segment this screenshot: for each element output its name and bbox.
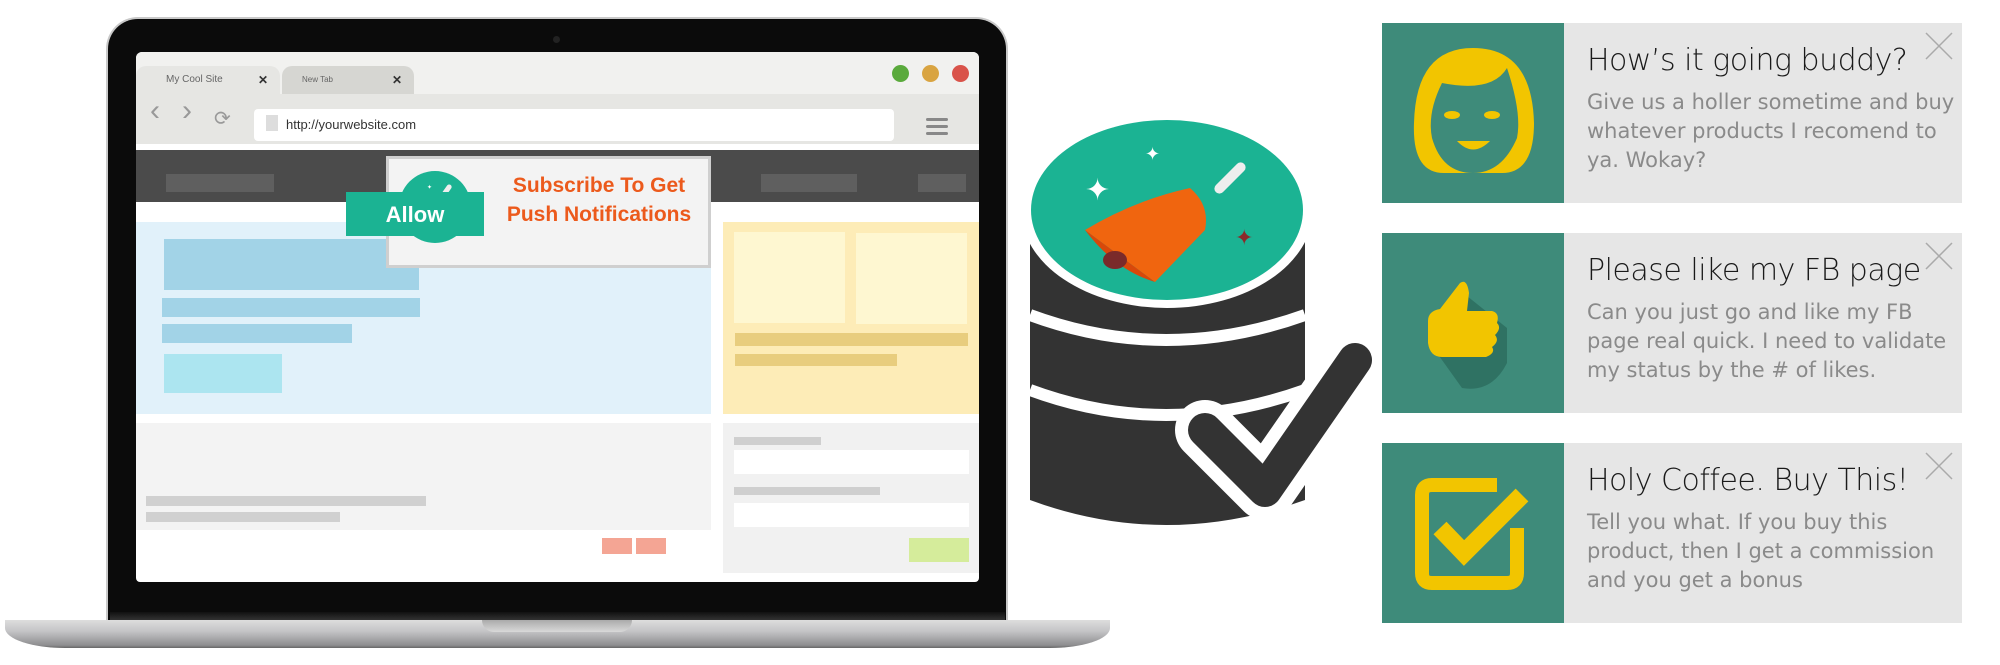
placeholder — [146, 496, 426, 506]
notification-body: Tell you what. If you buy this product, … — [1587, 510, 1935, 592]
notification-card[interactable]: Holy Coffee. Buy This! Tell you what. If… — [1382, 443, 1962, 623]
placeholder-button — [909, 538, 969, 562]
placeholder — [734, 437, 821, 445]
svg-text:✦: ✦ — [1145, 144, 1160, 164]
svg-text:✦: ✦ — [1085, 174, 1110, 207]
notification-icon-box — [1382, 23, 1564, 203]
back-icon[interactable]: ‹ — [150, 96, 160, 126]
checkbox-check-icon — [1415, 478, 1529, 590]
notification-title: Holy Coffee. Buy This! — [1587, 463, 1909, 498]
close-icon[interactable] — [1924, 31, 1954, 61]
tab-new-tab[interactable]: New Tab ✕ — [282, 66, 414, 94]
close-icon[interactable] — [1924, 451, 1954, 481]
menu-icon[interactable] — [926, 118, 948, 139]
notification-title: How’s it going buddy? — [1587, 43, 1908, 78]
placeholder — [735, 354, 897, 366]
close-window-button[interactable] — [952, 65, 969, 82]
svg-text:✦: ✦ — [427, 184, 432, 191]
placeholder — [734, 487, 880, 495]
notification-icon-box — [1382, 443, 1564, 623]
laptop-camera — [553, 36, 560, 43]
close-icon[interactable] — [1924, 241, 1954, 271]
minimize-button[interactable] — [922, 65, 939, 82]
placeholder — [164, 239, 419, 290]
browser-window: My Cool Site ✕ New Tab ✕ ‹ › ⟳ http://yo… — [136, 52, 979, 582]
woman-face-icon — [1413, 48, 1534, 173]
placeholder-button — [164, 354, 282, 393]
database-bell-check-icon: ✦ ✦ ✦ — [1025, 112, 1385, 525]
popup-title-line1: Subscribe To Get — [512, 174, 686, 197]
thumbs-up-icon — [1428, 281, 1507, 389]
tab-label: New Tab — [302, 75, 333, 84]
laptop-notch — [482, 620, 632, 632]
popup-title-line2: Push Notifications — [506, 203, 692, 226]
nav-placeholder — [166, 174, 274, 192]
url-text[interactable]: http://yourwebsite.com — [286, 117, 416, 132]
placeholder-button — [602, 538, 632, 554]
forward-icon[interactable]: › — [182, 96, 192, 126]
svg-text:✦: ✦ — [1235, 225, 1253, 250]
nav-placeholder — [918, 174, 966, 192]
close-tab-icon[interactable]: ✕ — [392, 66, 402, 94]
maximize-button[interactable] — [892, 65, 909, 82]
placeholder — [146, 512, 340, 522]
notification-body: Can you just go and like my FB page real… — [1587, 300, 1947, 382]
placeholder-input — [734, 503, 969, 527]
placeholder — [734, 232, 845, 323]
placeholder — [162, 324, 352, 343]
close-tab-icon[interactable]: ✕ — [258, 66, 268, 94]
tab-my-cool-site[interactable]: My Cool Site ✕ — [136, 66, 280, 94]
placeholder-button — [636, 538, 666, 554]
placeholder-input — [734, 450, 969, 474]
reload-icon[interactable]: ⟳ — [214, 108, 231, 130]
nav-placeholder — [761, 174, 857, 192]
placeholder — [162, 298, 420, 317]
allow-button[interactable]: Allow — [346, 192, 484, 236]
page-icon — [266, 115, 278, 131]
placeholder — [735, 333, 968, 346]
notification-icon-box — [1382, 233, 1564, 413]
notification-card[interactable]: How’s it going buddy? Give us a holler s… — [1382, 23, 1962, 203]
placeholder — [856, 233, 967, 324]
notification-title: Please like my FB page — [1587, 253, 1921, 288]
tab-label: My Cool Site — [166, 74, 223, 85]
notification-body: Give us a holler sometime and buy whatev… — [1587, 90, 1955, 172]
popup-title: Subscribe To Get Push Notifications — [489, 171, 709, 229]
notification-card[interactable]: Please like my FB page Can you just go a… — [1382, 233, 1962, 413]
